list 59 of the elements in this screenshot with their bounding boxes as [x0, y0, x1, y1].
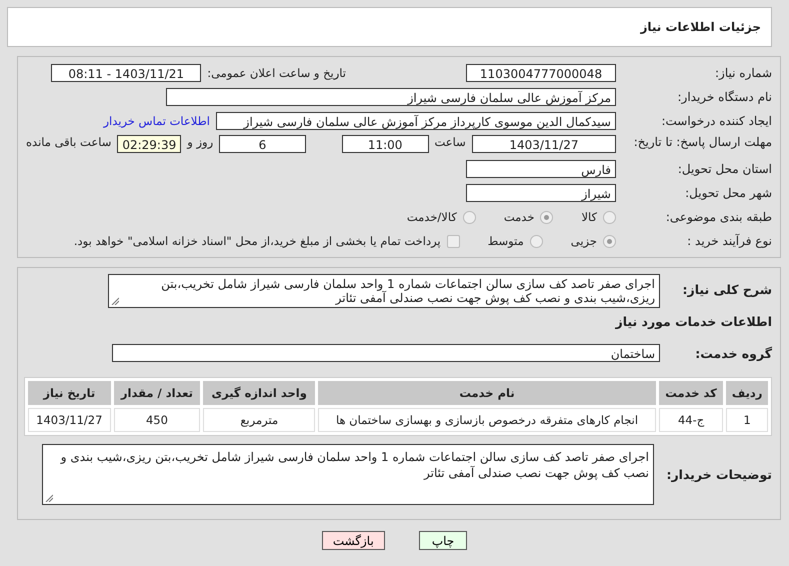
column-header: تاریخ نیاز	[28, 381, 111, 405]
days-label: روز و	[187, 135, 214, 149]
field-label: شرح کلی نیاز:	[682, 282, 772, 297]
table-cell: انجام کارهای متفرقه درخصوص بازسازی و بهسازی ساختمان ها	[318, 408, 656, 432]
requester-field: سیدکمال الدین موسوی کارپرداز مرکز آموزش عالی سلمان فارسی شیراز	[216, 112, 616, 130]
option-label: خدمت	[504, 210, 534, 224]
column-header: واحد اندازه گیری	[203, 381, 316, 405]
radio-button[interactable]	[603, 234, 616, 248]
resize-grip-icon[interactable]	[111, 297, 119, 305]
checkbox[interactable]	[446, 234, 460, 248]
payment-note: پرداخت تمام یا بخشی از مبلغ خرید،از محل "اسناد خزانه اسلامی" خواهد بود.	[74, 234, 441, 248]
column-header: تعداد / مقدار	[114, 381, 200, 405]
buyer-notes-field: اجرای صفر تاصد کف سازی سالن اجتماعات شماره 1 واحد سلمان فارسی شیراز شامل تخریب،بتن ریزی،شیب بندی و نصب کف پوش جهت نصب صندلی آمفی تئاتر	[42, 444, 654, 505]
option-label: جزیی	[570, 234, 597, 248]
field-label: استان محل تحویل:	[676, 162, 772, 176]
field-label: ایجاد کننده درخواست:	[660, 114, 772, 128]
deadline-date-field: 1403/11/27	[472, 135, 616, 153]
buyer-contact-link[interactable]: اطلاعات تماس خریدار	[103, 114, 210, 128]
print-button[interactable]: چاپ	[418, 531, 468, 550]
resize-grip-icon[interactable]	[45, 494, 53, 502]
province-field: فارس	[466, 160, 616, 178]
column-header: نام خدمت	[318, 381, 656, 405]
radio-button[interactable]	[530, 234, 543, 248]
buyer-org-field: مرکز آموزش عالی سلمان فارسی شیراز	[166, 88, 616, 106]
radio-button[interactable]	[462, 210, 476, 224]
table-cell: 1403/11/27	[28, 408, 111, 432]
option-label: کالا	[581, 210, 597, 224]
table-cell: 450	[114, 408, 200, 432]
table-cell: 1	[726, 408, 768, 432]
column-header: ردیف	[726, 381, 768, 405]
page-title: جزئیات اطلاعات نیاز	[7, 7, 772, 47]
need-number-field: 1103004777000048	[466, 64, 616, 82]
field-label: تاریخ و ساعت اعلان عمومی:	[207, 66, 346, 80]
table-cell: ج-44	[658, 408, 724, 432]
field-label: طبقه بندی موضوعی:	[664, 210, 772, 224]
option-label: متوسط	[488, 234, 524, 248]
column-header: کد خدمت	[658, 381, 724, 405]
time-label: ساعت	[434, 135, 466, 149]
radio-button[interactable]	[540, 210, 554, 224]
city-field: شیراز	[466, 184, 616, 202]
field-label: گروه خدمت:	[694, 346, 772, 360]
back-button[interactable]: بازگشت	[322, 531, 385, 550]
section-title: اطلاعات خدمات مورد نیاز	[614, 314, 772, 329]
radio-button[interactable]	[603, 210, 616, 224]
remaining-time-field: 02:29:39	[117, 135, 182, 153]
option-label: کالا/خدمت	[406, 210, 457, 224]
field-label: نوع فرآیند خرید :	[686, 234, 772, 248]
field-label: شهر محل تحویل:	[684, 186, 772, 200]
description-field: اجرای صفر تاصد کف سازی سالن اجتماعات شماره 1 واحد سلمان فارسی شیراز شامل تخریب،بتن ریزی،شیب بندی و نصب کف پوش جهت نصب صندلی آمفی تئاتر	[108, 274, 660, 308]
table-cell: مترمربع	[203, 408, 316, 432]
days-field: 6	[219, 135, 306, 153]
field-label: نام دستگاه خریدار:	[676, 90, 772, 104]
field-label: مهلت ارسال پاسخ: تا تاریخ:	[632, 135, 772, 149]
announce-date-field: 1403/11/21 - 08:11	[51, 64, 202, 82]
remaining-label: ساعت باقی مانده	[26, 135, 112, 149]
field-label: توضیحات خریدار:	[665, 467, 772, 482]
field-label: شماره نیاز:	[714, 66, 772, 80]
service-group-field: ساختمان	[112, 344, 660, 362]
deadline-time-field: 11:00	[342, 135, 428, 153]
